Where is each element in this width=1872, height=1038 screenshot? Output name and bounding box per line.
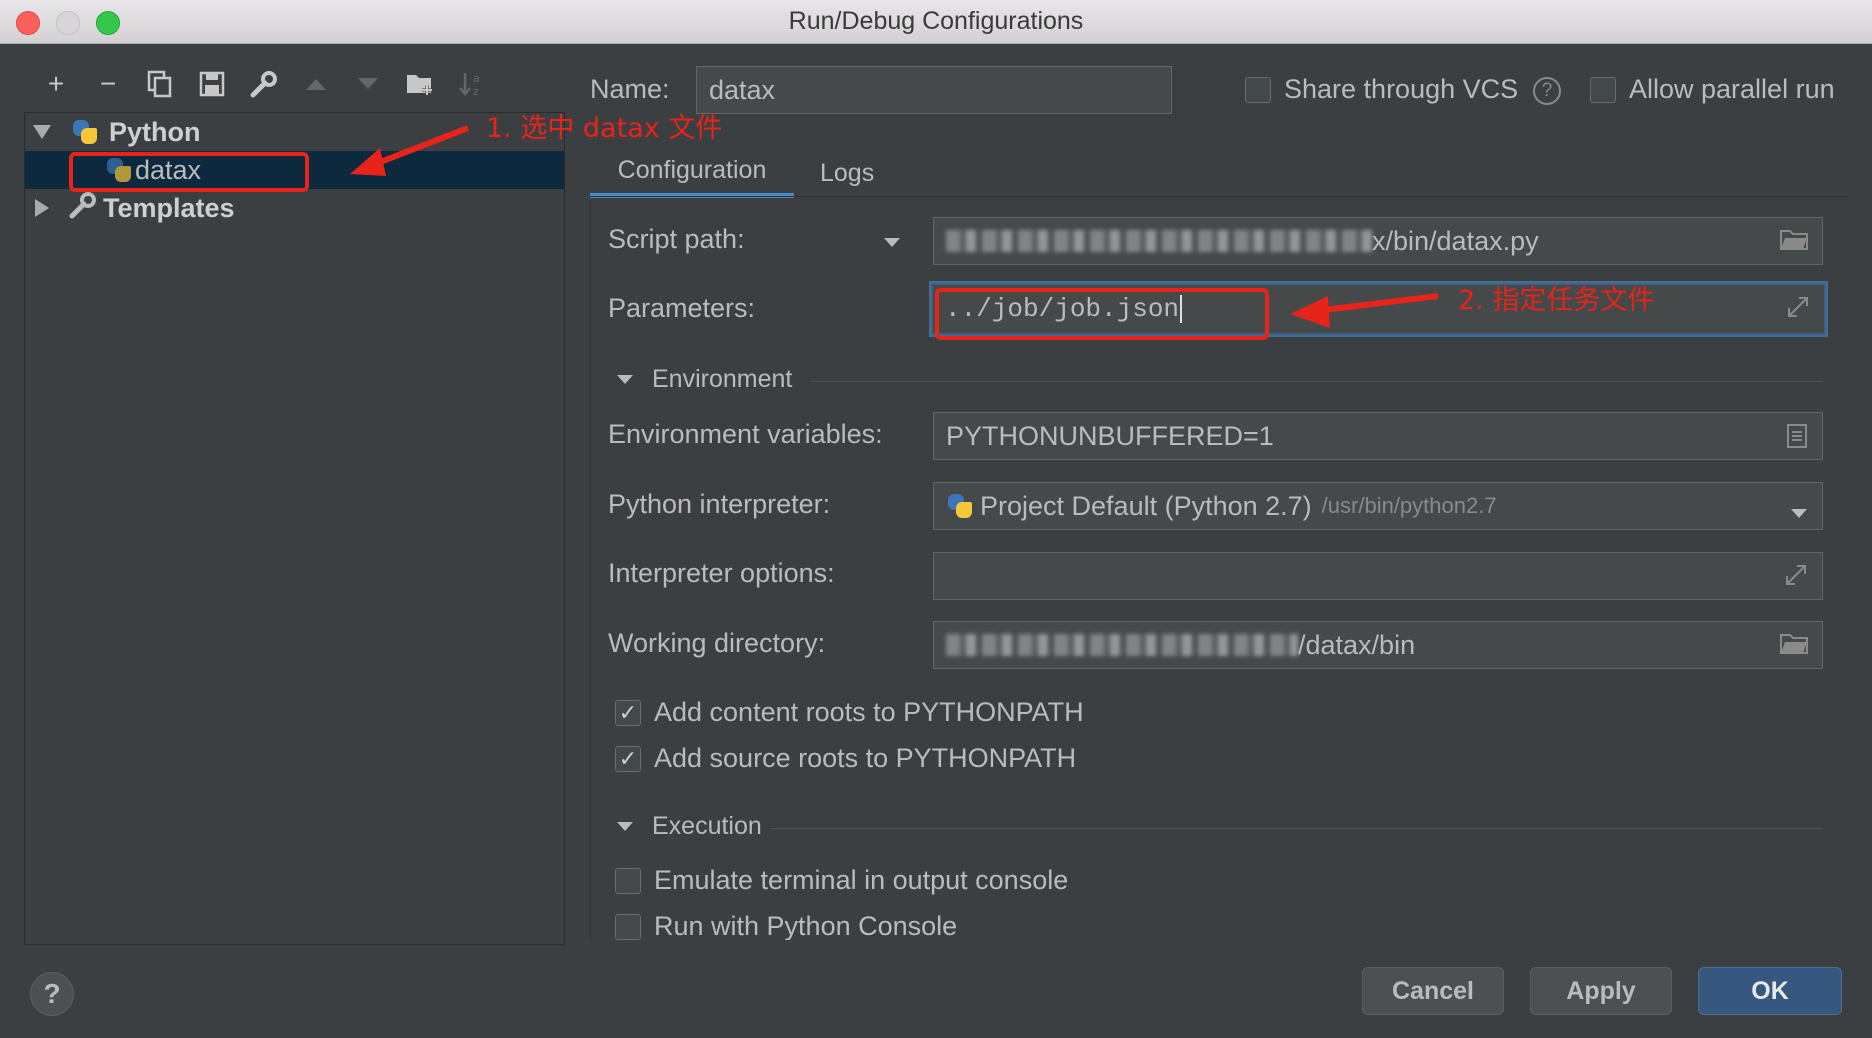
emulate-terminal-checkbox[interactable]	[615, 868, 641, 894]
emulate-terminal-label: Emulate terminal in output console	[654, 865, 1069, 895]
script-path-label: Script path:	[608, 224, 745, 254]
redacted-path	[946, 634, 1298, 656]
move-up-icon[interactable]	[290, 64, 342, 104]
expand-arrow-icon[interactable]	[33, 125, 51, 139]
interp-options-input[interactable]	[933, 552, 1823, 600]
working-dir-input[interactable]: /datax/bin	[933, 621, 1823, 669]
allow-parallel-label: Allow parallel run	[1629, 74, 1835, 104]
title-bar: Run/Debug Configurations	[0, 0, 1872, 44]
expand-icon[interactable]	[1786, 295, 1810, 327]
ok-button[interactable]: OK	[1698, 967, 1842, 1015]
section-divider	[771, 828, 1823, 829]
execution-section-header[interactable]: Execution	[616, 812, 762, 841]
interpreter-label: Python interpreter:	[608, 489, 831, 519]
interp-options-label: Interpreter options:	[608, 558, 835, 588]
script-path-value: x/bin/datax.py	[1372, 225, 1539, 256]
sort-icon[interactable]: az	[446, 64, 498, 104]
apply-button[interactable]: Apply	[1530, 967, 1672, 1015]
annotation-arrow-icon	[350, 125, 470, 176]
working-dir-label: Working directory:	[608, 628, 826, 658]
highlight-box	[69, 152, 309, 192]
collapse-arrow-icon[interactable]	[35, 199, 49, 217]
interpreter-select[interactable]: Project Default (Python 2.7) /usr/bin/py…	[933, 482, 1823, 530]
parameters-label: Parameters:	[608, 293, 756, 323]
add-source-roots-checkbox[interactable]: ✓	[615, 746, 641, 772]
redacted-path	[946, 230, 1372, 252]
config-toolbar: + − az	[30, 64, 498, 104]
wrench-icon[interactable]	[238, 64, 290, 104]
highlight-box	[935, 288, 1269, 340]
help-icon[interactable]: ?	[1533, 77, 1561, 105]
list-icon[interactable]	[1786, 423, 1808, 456]
copy-icon[interactable]	[134, 64, 186, 104]
env-vars-input[interactable]: PYTHONUNBUFFERED=1	[933, 412, 1823, 460]
add-source-roots-label: Add source roots to PYTHONPATH	[654, 743, 1077, 773]
share-vcs-label: Share through VCS	[1284, 74, 1519, 104]
move-down-icon[interactable]	[342, 64, 394, 104]
python-icon	[71, 118, 99, 146]
add-icon[interactable]: +	[30, 64, 82, 104]
script-path-input[interactable]: x/bin/datax.py	[933, 217, 1823, 265]
share-vcs-checkbox[interactable]	[1245, 77, 1271, 103]
working-dir-value: /datax/bin	[1298, 629, 1416, 660]
help-button[interactable]: ?	[30, 972, 74, 1016]
svg-text:a: a	[473, 72, 480, 85]
tab-configuration[interactable]: Configuration	[590, 148, 794, 198]
env-vars-value: PYTHONUNBUFFERED=1	[946, 420, 1274, 451]
save-icon[interactable]	[186, 64, 238, 104]
section-divider	[811, 381, 1823, 382]
env-vars-label: Environment variables:	[608, 419, 883, 449]
chevron-down-icon[interactable]	[883, 236, 901, 254]
expand-icon[interactable]	[1784, 563, 1808, 594]
add-content-roots-checkbox[interactable]: ✓	[615, 700, 641, 726]
wrench-icon	[69, 191, 97, 226]
environment-section-header[interactable]: Environment	[616, 365, 792, 394]
tree-node-templates[interactable]: Templates	[25, 189, 564, 227]
interpreter-path: /usr/bin/python2.7	[1321, 493, 1497, 518]
annotation-step1: 1. 选中 datax 文件	[486, 113, 723, 144]
new-folder-icon[interactable]	[394, 64, 446, 104]
name-label: Name:	[590, 74, 670, 104]
annotation-step2: 2. 指定任务文件	[1458, 285, 1655, 316]
run-python-console-label: Run with Python Console	[654, 911, 958, 940]
environment-section-label: Environment	[652, 365, 793, 393]
python-icon	[946, 492, 974, 520]
chevron-down-icon[interactable]	[1790, 499, 1808, 527]
svg-text:z: z	[473, 85, 479, 98]
config-tree: Python datax Templates	[24, 112, 565, 945]
tab-divider	[590, 196, 1848, 197]
window-title: Run/Debug Configurations	[788, 7, 1084, 35]
tree-node-label: Python	[109, 116, 201, 147]
execution-section-label: Execution	[652, 812, 762, 840]
cancel-button[interactable]: Cancel	[1362, 967, 1504, 1015]
tree-node-label: Templates	[103, 192, 235, 223]
name-input[interactable]: datax	[696, 66, 1172, 114]
folder-icon[interactable]	[1780, 632, 1808, 661]
folder-icon[interactable]	[1780, 228, 1808, 257]
annotation-arrow-icon	[1290, 293, 1439, 328]
interpreter-value: Project Default (Python 2.7)	[980, 490, 1312, 521]
remove-icon[interactable]: −	[82, 64, 134, 104]
allow-parallel-checkbox[interactable]	[1590, 77, 1616, 103]
add-content-roots-label: Add content roots to PYTHONPATH	[654, 697, 1084, 727]
tab-logs[interactable]: Logs	[820, 148, 874, 198]
run-python-console-checkbox[interactable]	[615, 914, 641, 940]
tree-node-python[interactable]: Python	[25, 113, 564, 151]
